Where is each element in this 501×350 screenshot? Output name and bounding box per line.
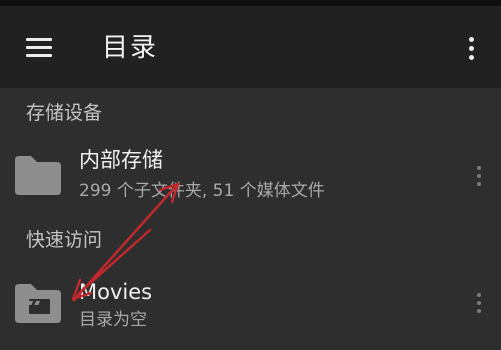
item-title-movies: Movies <box>79 280 153 304</box>
hamburger-menu-icon[interactable] <box>18 28 58 68</box>
section-header-quick-access: 快速访问 <box>26 229 103 251</box>
item-title-internal-storage: 内部存储 <box>79 148 163 172</box>
item-subtitle-internal-storage: 299 个子文件夹, 51 个媒体文件 <box>79 181 325 201</box>
page-title: 目录 <box>102 33 159 63</box>
more-vertical-icon[interactable] <box>461 28 481 68</box>
more-vertical-icon[interactable] <box>469 156 489 196</box>
list-item-movies[interactable] <box>0 268 440 340</box>
movie-folder-icon <box>15 284 61 323</box>
folder-icon <box>15 156 61 195</box>
more-vertical-icon[interactable] <box>469 283 489 323</box>
app-bar: 目录 <box>0 6 501 88</box>
item-subtitle-movies: 目录为空 <box>79 310 147 330</box>
section-header-storage: 存储设备 <box>26 102 103 124</box>
